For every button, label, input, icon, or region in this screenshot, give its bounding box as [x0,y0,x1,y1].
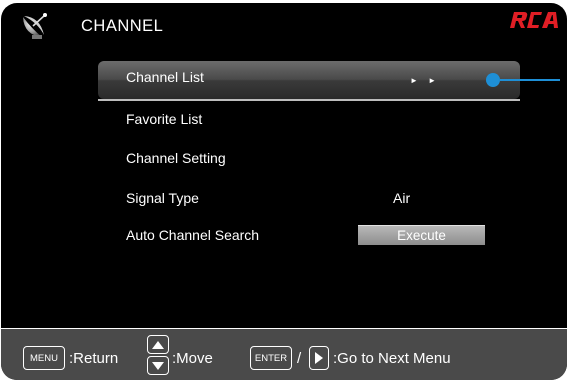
move-label: :Move [172,350,213,367]
satellite-dish-icon [23,13,47,39]
menu-key: MENU [23,346,65,370]
next-menu-label: :Go to Next Menu [333,350,451,367]
menu-item-channel-list[interactable]: Channel List [126,69,204,85]
return-label: :Return [69,350,119,367]
callout-pointer-line [500,79,560,81]
down-arrow-key-icon [147,356,169,375]
highlight-underline [98,99,520,101]
menu-item-channel-setting[interactable]: Channel Setting [126,150,226,166]
slash-separator: / [297,350,302,367]
signal-type-value[interactable]: Air [393,190,410,206]
up-arrow-key-icon [147,335,169,354]
page-title: CHANNEL [81,17,164,35]
enter-key: ENTER [250,346,292,370]
footer-help-bar: MENU :Return :Move ENTER / :Go to Next M… [1,328,567,380]
header: CHANNEL [1,3,567,47]
callout-pointer-dot [486,73,500,87]
submenu-arrows-icon: ► ► [410,76,441,85]
menu-item-auto-channel-search[interactable]: Auto Channel Search [126,227,259,243]
right-arrow-key-icon [309,346,329,370]
execute-button[interactable]: Execute [358,225,485,245]
menu-item-favorite-list[interactable]: Favorite List [126,111,202,127]
rca-logo [510,12,558,28]
menu-item-signal-type[interactable]: Signal Type [126,190,199,206]
tv-screen: CHANNEL Channel List ► ► Favorite List C… [1,3,567,380]
